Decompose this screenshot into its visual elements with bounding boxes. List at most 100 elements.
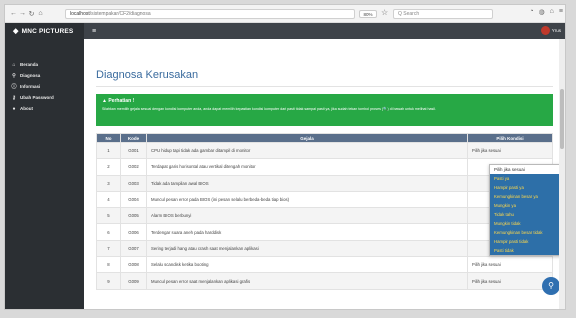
dropdown-option[interactable]: Pasti ya	[490, 174, 562, 183]
browser-search-input[interactable]: Q Search	[393, 9, 493, 19]
kondisi-dropdown[interactable]: Pilih jika sesuai Pasti ya Hampir pasti …	[489, 164, 563, 256]
cell-gejala: CPU hidup tapi tidak ada gambar ditampil…	[146, 141, 468, 160]
cell-no: 2	[96, 158, 121, 176]
cell-no: 3	[96, 174, 121, 192]
sidebar-item-about[interactable]: ● About	[5, 103, 84, 114]
scrollbar-thumb[interactable]	[560, 89, 564, 149]
cell-gejala: Muncul pesan error saat menjalankan apli…	[146, 272, 468, 290]
cell-kode: G008	[120, 256, 147, 274]
zoom-level[interactable]: 80%	[359, 10, 377, 18]
dropdown-option[interactable]: Pasti tidak	[490, 246, 562, 255]
cell-kode: G006	[120, 223, 147, 241]
app-header: ◆ MNC PICTURES ≡ Yrus	[5, 23, 565, 39]
sidebar-item-label: Informasi	[20, 84, 41, 89]
browser-extension-icons: ◔ ◍ ⌂ ≡	[529, 8, 563, 16]
brand-logo-icon: ◆	[13, 28, 19, 35]
dropdown-option[interactable]: Kemungkinan besar ya	[490, 192, 562, 201]
home-browser-icon[interactable]: ⌂	[36, 10, 45, 17]
info-circle-icon: ●	[12, 105, 16, 112]
header-gejala: Gejala	[146, 133, 468, 143]
dropdown-options: Pasti ya Hampir pasti ya Kemungkinan bes…	[490, 174, 562, 255]
table-row: 9 G009 Muncul pesan error saat menjalank…	[96, 272, 553, 290]
menu-icon[interactable]: ≡	[559, 8, 563, 16]
cell-kode: G004	[120, 190, 147, 209]
cell-no: 7	[96, 239, 121, 258]
kondisi-select[interactable]: Pilih jika sesuai	[467, 141, 553, 160]
cell-no: 1	[96, 141, 121, 160]
alert-title-text: Perhatian !	[108, 98, 135, 104]
sidebar-item-diagnosa[interactable]: ⚲ Diagnosa	[5, 70, 84, 81]
dropdown-option[interactable]: Mungkin ya	[490, 201, 562, 210]
process-search-button[interactable]: ⚲	[542, 277, 560, 295]
dropdown-selected[interactable]: Pilih jika sesuai	[490, 165, 562, 174]
cell-no: 5	[96, 207, 121, 225]
table-row: 2 G002 Terdapat garis horisontal atau ve…	[96, 158, 553, 176]
avatar	[540, 26, 550, 35]
gejala-table: No Kode Gejala Pilih Kondisi 1 G001 CPU …	[96, 133, 553, 290]
dropdown-option[interactable]: Hampir pasti tidak	[490, 237, 562, 246]
url-bar[interactable]: localhost/sistempakar/CF2/diagnosa	[65, 9, 355, 19]
table-row: 3 G003 Tidak ada tampilan awal BIOS	[96, 174, 553, 192]
dropdown-option[interactable]: Tidak tahu	[490, 210, 562, 219]
kondisi-select[interactable]: Pilih jika sesuai	[467, 256, 553, 274]
header-kode: Kode	[120, 133, 147, 143]
page-scrollbar[interactable]	[559, 39, 565, 309]
search-icon: ⚲	[548, 281, 554, 290]
sidebar-item-ubah-password[interactable]: ⚷ Ubah Password	[5, 92, 84, 103]
dropdown-option[interactable]: Kemungkinan besar tidak	[490, 228, 562, 237]
cell-gejala: Tidak ada tampilan awal BIOS	[146, 174, 468, 192]
table-header-row: No Kode Gejala Pilih Kondisi	[96, 133, 553, 143]
forward-icon[interactable]: →	[18, 10, 27, 17]
cell-no: 4	[96, 190, 121, 209]
table-row: 7 G007 Sering terjadi hang atau crash sa…	[96, 239, 553, 258]
dropdown-option[interactable]: Hampir pasti ya	[490, 183, 562, 192]
table-row: 6 G006 Terdengar suara aneh pada harddis…	[96, 223, 553, 241]
brand[interactable]: ◆ MNC PICTURES	[5, 23, 84, 39]
brand-name: MNC PICTURES	[21, 27, 74, 35]
cell-kode: G003	[120, 174, 147, 192]
header-pilih-kondisi: Pilih Kondisi	[467, 133, 553, 143]
user-menu[interactable]: Yrus	[540, 26, 561, 35]
screenshot-frame: ← → ↻ ⌂ localhost/sistempakar/CF2/diagno…	[0, 0, 576, 318]
cell-kode: G009	[120, 272, 147, 290]
sidebar-item-beranda[interactable]: ⌂ Beranda	[5, 59, 84, 70]
header-no: No	[96, 133, 121, 143]
home-icon[interactable]: ⌂	[550, 8, 554, 16]
cell-gejala: Muncul pesan error pada BIOS (ini pesan …	[146, 190, 468, 209]
reload-icon[interactable]: ↻	[27, 10, 36, 18]
url-host: localhost	[70, 11, 90, 17]
table-row: 5 G005 Alarm BIOS berbunyi	[96, 207, 553, 225]
cell-no: 6	[96, 223, 121, 241]
extension-icon[interactable]: ◍	[539, 8, 545, 16]
kondisi-select[interactable]: Pilih jika sesuai	[467, 272, 553, 290]
alert-box: ▲ Perhatian ! Silahkan memilih gejala se…	[96, 94, 553, 126]
alert-text: Silahkan memilih gejala sesuai dengan ko…	[102, 107, 436, 111]
cell-gejala: Sering terjadi hang atau crash saat menj…	[146, 239, 468, 258]
cell-gejala: Selalu scandisk ketika booting	[146, 256, 468, 274]
sidebar-item-label: Ubah Password	[20, 95, 54, 100]
dropdown-option[interactable]: Mungkin tidak	[490, 219, 562, 228]
browser-toolbar: ← → ↻ ⌂ localhost/sistempakar/CF2/diagno…	[5, 5, 565, 23]
bookmark-star-icon[interactable]: ☆	[381, 8, 388, 17]
browser-window: ← → ↻ ⌂ localhost/sistempakar/CF2/diagno…	[4, 4, 566, 310]
sidebar-item-informasi[interactable]: ⓘ Informasi	[5, 81, 84, 92]
warning-icon: ▲	[102, 98, 107, 104]
cell-kode: G002	[120, 158, 147, 176]
cell-gejala: Alarm BIOS berbunyi	[146, 207, 468, 225]
sidebar-item-label: Beranda	[20, 62, 39, 67]
sidebar-toggle-icon[interactable]: ≡	[92, 28, 96, 35]
page-title: Diagnosa Kerusakan	[96, 69, 199, 81]
url-path: /sistempakar/CF2/diagnosa	[89, 11, 151, 17]
cell-gejala: Terdengar suara aneh pada harddisk	[146, 223, 468, 241]
table-row: 1 G001 CPU hidup tapi tidak ada gambar d…	[96, 141, 553, 160]
key-icon: ⚷	[12, 94, 16, 101]
cell-no: 8	[96, 256, 121, 274]
home-icon: ⌂	[12, 61, 16, 68]
info-icon: ⓘ	[11, 84, 17, 90]
user-name: Yrus	[551, 28, 561, 33]
back-icon[interactable]: ←	[9, 10, 18, 17]
shield-icon[interactable]: ◔	[529, 8, 533, 16]
alert-title: ▲ Perhatian !	[102, 98, 547, 104]
search-icon: ⚲	[12, 72, 16, 79]
cell-kode: G005	[120, 207, 147, 225]
